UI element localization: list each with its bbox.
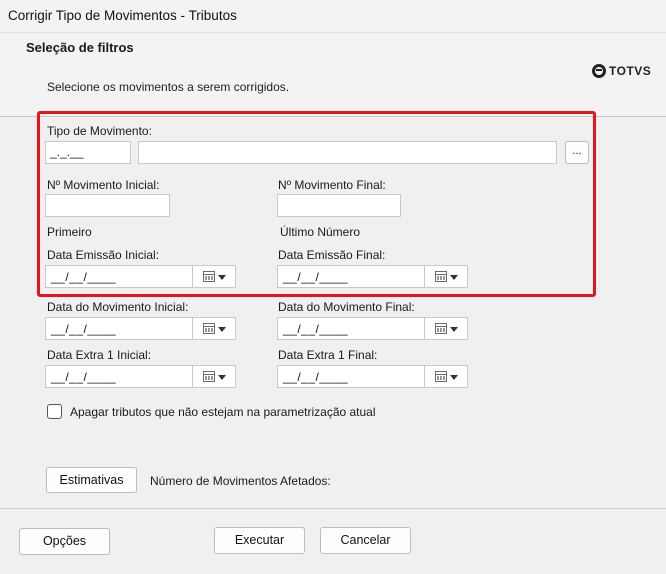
data-movimento-final-label: Data do Movimento Final: <box>278 300 415 314</box>
footer-divider <box>0 508 666 509</box>
calendar-dropdown-button[interactable] <box>192 318 235 339</box>
title-bar: Corrigir Tipo de Movimentos - Tributos <box>0 0 666 33</box>
movimentos-afetados-label: Número de Movimentos Afetados: <box>150 474 331 488</box>
highlight-box <box>37 111 596 297</box>
apagar-tributos-checkbox[interactable] <box>47 404 62 419</box>
cancelar-button[interactable]: Cancelar <box>320 527 411 554</box>
data-extra-inicial-value: __/__/____ <box>51 370 117 384</box>
totvs-logo-text: TOTVS <box>609 64 652 78</box>
page-subtitle: Selecione os movimentos a serem corrigid… <box>47 80 290 94</box>
totvs-logo: TOTVS <box>592 64 651 78</box>
chevron-down-icon <box>450 375 458 380</box>
data-extra-final-field[interactable]: __/__/____ <box>277 365 468 388</box>
totvs-logo-icon <box>592 64 606 78</box>
chevron-down-icon <box>450 327 458 332</box>
calendar-icon <box>203 371 215 382</box>
data-movimento-inicial-value: __/__/____ <box>51 322 117 336</box>
data-extra-final-value: __/__/____ <box>283 370 349 384</box>
calendar-dropdown-button[interactable] <box>424 318 467 339</box>
data-movimento-inicial-label: Data do Movimento Inicial: <box>47 300 189 314</box>
calendar-dropdown-button[interactable] <box>424 366 467 387</box>
calendar-dropdown-button[interactable] <box>192 366 235 387</box>
estimativas-button[interactable]: Estimativas <box>46 467 137 493</box>
opcoes-button[interactable]: Opções <box>19 528 110 555</box>
data-extra-inicial-field[interactable]: __/__/____ <box>45 365 236 388</box>
calendar-icon <box>435 371 447 382</box>
chevron-down-icon <box>218 375 226 380</box>
data-movimento-inicial-field[interactable]: __/__/____ <box>45 317 236 340</box>
window-title: Corrigir Tipo de Movimentos - Tributos <box>8 8 237 23</box>
calendar-icon <box>435 323 447 334</box>
wizard-header: Seleção de filtros Selecione os moviment… <box>0 33 666 117</box>
data-movimento-final-value: __/__/____ <box>283 322 349 336</box>
data-movimento-final-field[interactable]: __/__/____ <box>277 317 468 340</box>
chevron-down-icon <box>218 327 226 332</box>
calendar-icon <box>203 323 215 334</box>
data-extra-inicial-label: Data Extra 1 Inicial: <box>47 348 152 362</box>
page-title: Seleção de filtros <box>26 40 134 55</box>
data-extra-final-label: Data Extra 1 Final: <box>278 348 378 362</box>
executar-button[interactable]: Executar <box>214 527 305 554</box>
apagar-tributos-label: Apagar tributos que não estejam na param… <box>70 405 376 419</box>
